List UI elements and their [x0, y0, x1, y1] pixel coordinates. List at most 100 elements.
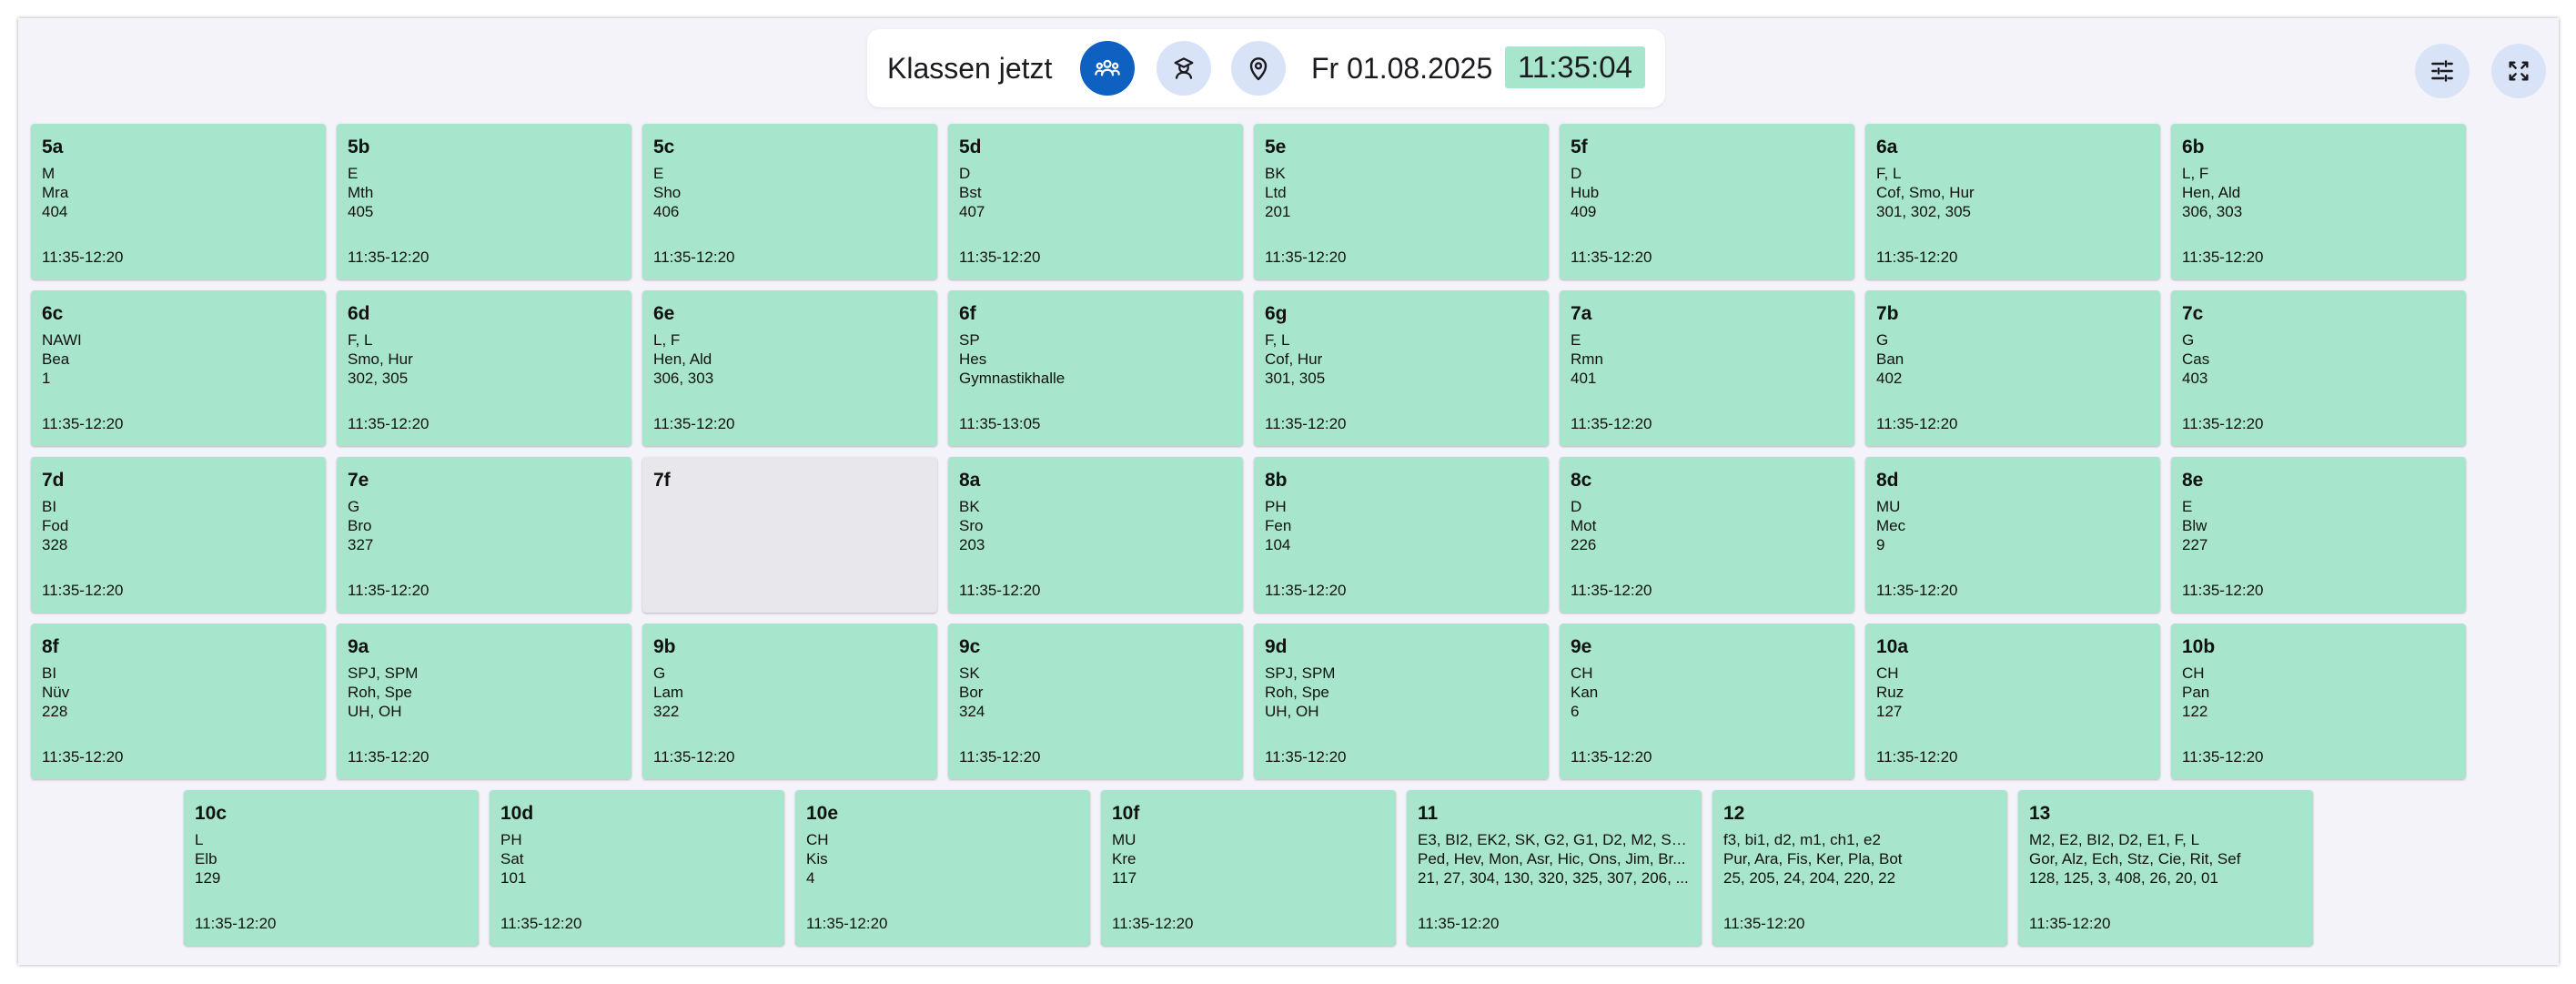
class-card[interactable]: 6g F, L Cof, Hur 301, 305 11:35-12:20	[1254, 290, 1549, 446]
class-card[interactable]: 9a SPJ, SPM Roh, Spe UH, OH 11:35-12:20	[337, 624, 631, 779]
class-name: 9a	[348, 636, 369, 657]
class-card[interactable]: 10d PH Sat 101 11:35-12:20	[490, 790, 784, 946]
class-time: 11:35-12:20	[42, 582, 124, 599]
class-card[interactable]: 8f BI Nüv 228 11:35-12:20	[31, 624, 326, 779]
class-card[interactable]: 12 f3, bi1, d2, m1, ch1, e2 Pur, Ara, Fis,…	[1712, 790, 2007, 946]
class-card[interactable]: 5a M Mra 404 11:35-12:20	[31, 124, 326, 279]
class-card[interactable]: 6e L, F Hen, Ald 306, 303 11:35-12:20	[642, 290, 937, 446]
class-teacher: Kan	[1571, 684, 1599, 701]
class-subject: BK	[1265, 165, 1286, 182]
class-name: 8e	[2182, 470, 2204, 491]
class-card[interactable]: 7f	[642, 457, 937, 613]
class-subject: SPJ, SPM	[1265, 664, 1336, 682]
class-teacher: Bea	[42, 350, 70, 368]
class-teacher: Cof, Hur	[1265, 350, 1323, 368]
class-card[interactable]: 6f SP Hes Gymnastikhalle 11:35-13:05	[948, 290, 1243, 446]
class-time: 11:35-12:20	[348, 748, 429, 766]
class-card[interactable]: 7d BI Fod 328 11:35-12:20	[31, 457, 326, 613]
class-subject: CH	[806, 831, 829, 848]
class-card[interactable]: 5c E Sho 406 11:35-12:20	[642, 124, 937, 279]
class-time: 11:35-12:20	[1571, 249, 1652, 266]
class-teacher: Hub	[1571, 184, 1600, 201]
class-room: 324	[959, 703, 985, 720]
class-card[interactable]: 5f D Hub 409 11:35-12:20	[1560, 124, 1854, 279]
class-room: 122	[2182, 703, 2208, 720]
rooms-view-button[interactable]	[1231, 41, 1286, 96]
class-name: 5b	[348, 137, 370, 157]
teacher-icon	[1174, 57, 1194, 79]
class-name: 6a	[1876, 137, 1898, 157]
classes-view-button[interactable]	[1080, 41, 1135, 96]
teachers-view-button[interactable]	[1157, 41, 1211, 96]
class-name: 11	[1418, 803, 1439, 824]
class-card[interactable]: 10f MU Kre 117 11:35-12:20	[1101, 790, 1396, 946]
class-name: 6b	[2182, 137, 2205, 157]
class-card[interactable]: 7a E Rmn 401 11:35-12:20	[1560, 290, 1854, 446]
class-subject: D	[959, 165, 971, 182]
class-card[interactable]: 8b PH Fen 104 11:35-12:20	[1254, 457, 1549, 613]
class-card[interactable]: 7e G Bro 327 11:35-12:20	[337, 457, 631, 613]
class-card[interactable]: 8e E Blw 227 11:35-12:20	[2171, 457, 2466, 613]
class-subject: E	[653, 165, 664, 182]
class-teacher: Ltd	[1265, 184, 1287, 201]
class-time: 11:35-12:20	[1418, 915, 1500, 932]
class-card[interactable]: 5b E Mth 405 11:35-12:20	[337, 124, 631, 279]
class-card[interactable]: 9b G Lam 322 11:35-12:20	[642, 624, 937, 779]
class-name: 9b	[653, 636, 676, 657]
class-subject: G	[348, 498, 360, 515]
class-room: 227	[2182, 536, 2208, 553]
class-subject: BI	[42, 498, 57, 515]
fullscreen-button[interactable]	[2491, 44, 2546, 98]
class-subject: E	[2182, 498, 2193, 515]
class-teacher: Mra	[42, 184, 69, 201]
settings-button[interactable]	[2415, 44, 2470, 98]
class-time: 11:35-12:20	[653, 415, 735, 432]
class-card[interactable]: 6a F, L Cof, Smo, Hur 301, 302, 305 11:35-12…	[1865, 124, 2160, 279]
class-name: 12	[1723, 803, 1745, 824]
class-card[interactable]: 8c D Mot 226 11:35-12:20	[1560, 457, 1854, 613]
class-name: 5d	[959, 137, 982, 157]
class-subject: G	[653, 664, 666, 682]
class-card[interactable]: 6c NAWI Bea 1 11:35-12:20	[31, 290, 326, 446]
class-time: 11:35-12:20	[348, 415, 429, 432]
class-time: 11:35-13:05	[959, 415, 1041, 432]
class-time: 11:35-12:20	[42, 249, 124, 266]
class-room: 407	[959, 203, 985, 220]
class-card[interactable]: 7b G Ban 402 11:35-12:20	[1865, 290, 2160, 446]
class-card[interactable]: 8d MU Mec 9 11:35-12:20	[1865, 457, 2160, 613]
class-subject: D	[1571, 498, 1582, 515]
class-card[interactable]: 6d F, L Smo, Hur 302, 305 11:35-12:20	[337, 290, 631, 446]
class-card[interactable]: 6b L, F Hen, Ald 306, 303 11:35-12:20	[2171, 124, 2466, 279]
class-card[interactable]: 10b CH Pan 122 11:35-12:20	[2171, 624, 2466, 779]
class-card[interactable]: 10e CH Kis 4 11:35-12:20	[795, 790, 1090, 946]
class-card[interactable]: 5d D Bst 407 11:35-12:20	[948, 124, 1243, 279]
class-room: UH, OH	[348, 703, 402, 720]
class-card[interactable]: 5e BK Ltd 201 11:35-12:20	[1254, 124, 1549, 279]
class-room: 322	[653, 703, 680, 720]
class-name: 7e	[348, 470, 369, 491]
class-name: 7d	[42, 470, 65, 491]
class-card[interactable]: 10a CH Ruz 127 11:35-12:20	[1865, 624, 2160, 779]
class-card[interactable]: 9e CH Kan 6 11:35-12:20	[1560, 624, 1854, 779]
class-teacher: Cas	[2182, 350, 2210, 368]
class-time: 11:35-12:20	[2182, 748, 2264, 766]
class-room: 201	[1265, 203, 1291, 220]
class-card[interactable]: 10c L Elb 129 11:35-12:20	[184, 790, 479, 946]
class-subject: f3, bi1, d2, m1, ch1, e2	[1723, 831, 1881, 848]
class-room: 25, 205, 24, 204, 220, 22	[1723, 869, 1896, 887]
class-room: 129	[195, 869, 221, 887]
class-card[interactable]: 9c SK Bor 324 11:35-12:20	[948, 624, 1243, 779]
class-card[interactable]: 8a BK Sro 203 11:35-12:20	[948, 457, 1243, 613]
class-teacher: Pur, Ara, Fis, Ker, Pla, Bot	[1723, 850, 1903, 867]
class-room: 6	[1571, 703, 1580, 720]
class-card[interactable]: 7c G Cas 403 11:35-12:20	[2171, 290, 2466, 446]
class-card[interactable]: 13 M2, E2, BI2, D2, E1, F, L Gor, Alz, Ech…	[2018, 790, 2313, 946]
class-card[interactable]: 11 E3, BI2, EK2, SK, G2, G1, D2, M2, SPK P…	[1407, 790, 1702, 946]
class-card[interactable]: 9d SPJ, SPM Roh, Spe UH, OH 11:35-12:20	[1254, 624, 1549, 779]
class-teacher: Smo, Hur	[348, 350, 413, 368]
class-teacher: Pan	[2182, 684, 2210, 701]
class-teacher: Gor, Alz, Ech, Stz, Cie, Rit, Sef	[2029, 850, 2241, 867]
class-teacher: Fod	[42, 517, 69, 534]
class-time: 11:35-12:20	[348, 249, 429, 266]
header-bar: Klassen jetzt Fr 01.08.2025 11:35:04	[867, 29, 1665, 107]
